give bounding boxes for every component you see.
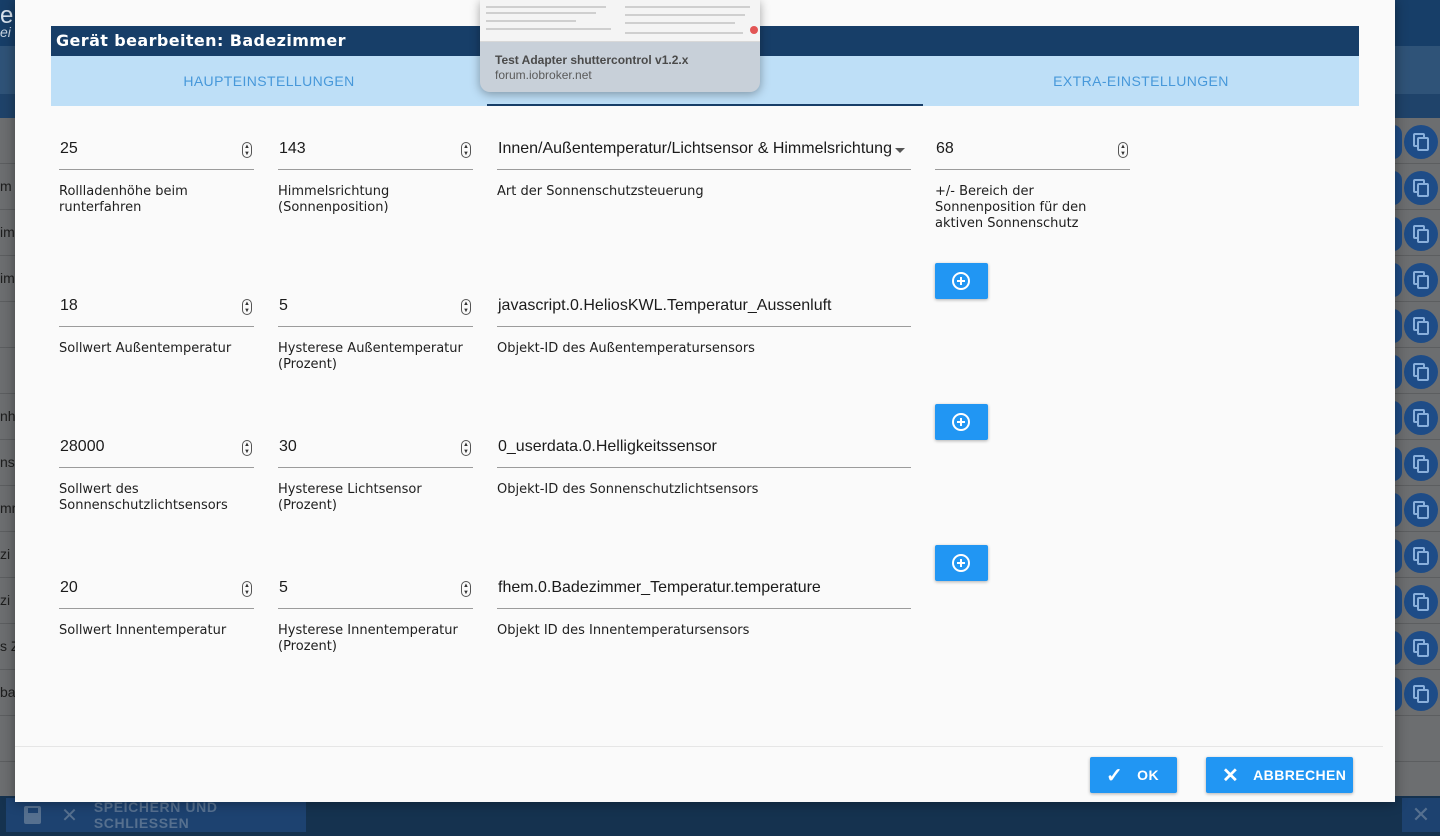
- add-circle-icon: [952, 272, 970, 290]
- tab-main-settings[interactable]: HAUPTEINSTELLUNGEN: [51, 56, 487, 106]
- number-stepper-icon[interactable]: ▲ ▼: [242, 299, 252, 315]
- number-stepper-icon[interactable]: ▲ ▼: [461, 142, 471, 158]
- copy-button[interactable]: [1404, 263, 1438, 297]
- number-stepper-icon[interactable]: ▲ ▼: [1118, 142, 1128, 158]
- tooltip-title: Test Adapter shuttercontrol v1.2.x: [495, 53, 689, 67]
- inside-temp-setpoint-label: Sollwert Innentemperatur: [59, 623, 227, 638]
- ok-button-label: OK: [1137, 767, 1159, 783]
- outside-sensor-id-input[interactable]: javascript.0.HeliosKWL.Temperatur_Aussen…: [497, 289, 911, 327]
- inside-temp-setpoint-input[interactable]: 20: [59, 571, 254, 609]
- light-sensor-hysteresis-input[interactable]: 30: [278, 430, 473, 468]
- copy-button[interactable]: [1404, 401, 1438, 435]
- edit-device-dialog: Gerät bearbeiten: Badezimmer HAUPTEINSTE…: [15, 0, 1395, 802]
- outside-temp-setpoint-label: Sollwert Außentemperatur: [59, 341, 232, 356]
- shutter-height-input[interactable]: 25: [59, 132, 254, 170]
- copy-button[interactable]: [1404, 539, 1438, 573]
- copy-button[interactable]: [1404, 585, 1438, 619]
- number-stepper-icon[interactable]: ▲ ▼: [242, 440, 252, 456]
- save-and-close-label: SPEICHERN UND SCHLIESSEN: [93, 799, 218, 831]
- light-sensor-id-input[interactable]: 0_userdata.0.Helligkeitssensor: [497, 430, 911, 468]
- cancel-button-label: ABBRECHEN: [1253, 767, 1347, 783]
- cancel-button[interactable]: ✕ ABBRECHEN: [1206, 757, 1353, 793]
- number-stepper-icon[interactable]: ▲ ▼: [242, 581, 252, 597]
- light-sensor-id-label: Objekt-ID des Sonnenschutzlichtsensors: [497, 482, 759, 497]
- copy-button[interactable]: [1404, 125, 1438, 159]
- copy-button[interactable]: [1404, 677, 1438, 711]
- copy-button[interactable]: [1404, 355, 1438, 389]
- save-icon: [24, 806, 42, 824]
- sun-position-range-label: +/- Bereich der Sonnenposition für den a…: [935, 184, 1087, 231]
- inside-sensor-id-label: Objekt ID des Innentemperatursensors: [497, 623, 750, 638]
- copy-button[interactable]: [1404, 447, 1438, 481]
- outside-sensor-id-label: Objekt-ID des Außentemperatursensors: [497, 341, 755, 356]
- compass-direction-label: Himmelsrichtung (Sonnenposition): [278, 184, 390, 215]
- sun-position-range-input[interactable]: 68: [935, 132, 1130, 170]
- add-circle-icon: [952, 413, 970, 431]
- tooltip-url: forum.iobroker.net: [495, 68, 592, 82]
- sun-protection-mode-label: Art der Sonnenschutzsteuerung: [497, 184, 704, 199]
- outside-temp-hysteresis-input[interactable]: 5: [278, 289, 473, 327]
- copy-button[interactable]: [1404, 631, 1438, 665]
- page-thumbnail: [480, 0, 760, 42]
- dropdown-arrow-icon: [895, 148, 905, 153]
- notification-dot-icon: [750, 26, 758, 34]
- close-icon: ✕: [1222, 764, 1240, 787]
- number-stepper-icon[interactable]: ▲ ▼: [461, 440, 471, 456]
- number-stepper-icon[interactable]: ▲ ▼: [461, 299, 471, 315]
- light-sensor-hysteresis-label: Hysterese Lichtsensor (Prozent): [278, 482, 422, 513]
- outside-temp-hysteresis-label: Hysterese Außentemperatur (Prozent): [278, 341, 463, 372]
- sun-protection-mode-select[interactable]: Innen/Außentemperatur/Lichtsensor & Himm…: [497, 132, 911, 170]
- copy-button[interactable]: [1404, 309, 1438, 343]
- background-bottom-bar: ✕ SPEICHERN UND SCHLIESSEN ✕: [0, 796, 1440, 836]
- light-sensor-setpoint-label: Sollwert des Sonnenschutzlichtsensors: [59, 482, 228, 513]
- save-and-close-button[interactable]: ✕ SPEICHERN UND SCHLIESSEN: [6, 798, 306, 832]
- tab-preview-tooltip: Test Adapter shuttercontrol v1.2.x forum…: [480, 0, 760, 92]
- select-inside-sensor-button[interactable]: [935, 545, 988, 581]
- copy-button[interactable]: [1404, 217, 1438, 251]
- outside-temp-setpoint-input[interactable]: 18: [59, 289, 254, 327]
- select-light-sensor-button[interactable]: [935, 404, 988, 440]
- light-sensor-setpoint-input[interactable]: 28000: [59, 430, 254, 468]
- select-outside-sensor-button[interactable]: [935, 263, 988, 299]
- tab-extra-settings[interactable]: EXTRA-EINSTELLUNGEN: [923, 56, 1359, 106]
- ok-button[interactable]: ✓ OK: [1090, 757, 1177, 793]
- check-icon: ✓: [1106, 764, 1124, 787]
- shutter-height-label: Rollladenhöhe beim runterfahren: [59, 184, 188, 215]
- compass-direction-input[interactable]: 143: [278, 132, 473, 170]
- close-icon: ✕: [61, 804, 78, 827]
- number-stepper-icon[interactable]: ▲ ▼: [242, 142, 252, 158]
- inside-temp-hysteresis-label: Hysterese Innentemperatur (Prozent): [278, 623, 458, 654]
- background-subtitle-fragment: ei: [0, 24, 11, 40]
- dialog-footer-divider: [15, 746, 1383, 747]
- close-icon: ✕: [1411, 802, 1431, 827]
- number-stepper-icon[interactable]: ▲ ▼: [461, 581, 471, 597]
- inside-temp-hysteresis-input[interactable]: 5: [278, 571, 473, 609]
- inside-sensor-id-input[interactable]: fhem.0.Badezimmer_Temperatur.temperature: [497, 571, 911, 609]
- copy-button[interactable]: [1404, 171, 1438, 205]
- copy-button[interactable]: [1404, 493, 1438, 527]
- close-button[interactable]: ✕: [1402, 798, 1440, 832]
- add-circle-icon: [952, 554, 970, 572]
